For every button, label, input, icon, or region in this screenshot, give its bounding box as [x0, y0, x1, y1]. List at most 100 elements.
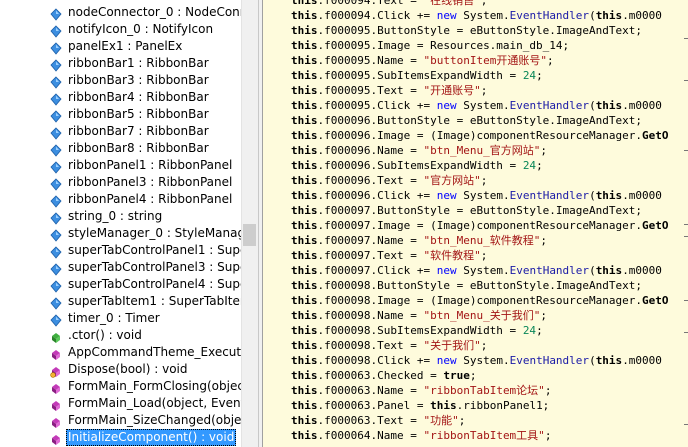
code-token: "ribbonTabItem论坛" — [423, 384, 545, 397]
tree-item[interactable]: superTabControlPanel3 : SuperTabControlP… — [0, 259, 241, 276]
tree-item[interactable]: superTabItem1 : SuperTabItem — [0, 293, 241, 310]
code-token: EventHandler — [509, 9, 590, 22]
field-icon — [50, 40, 62, 55]
code-token: this — [291, 339, 318, 352]
tree-item[interactable]: Dispose(bool) : void — [0, 361, 241, 378]
code-token: "btn_Menu_软件教程" — [423, 234, 541, 247]
code-token: ; — [469, 369, 477, 382]
code-token: .m0000 — [622, 9, 662, 22]
tree-item[interactable]: styleManager_0 : StyleManager — [0, 225, 241, 242]
field-icon — [50, 74, 62, 89]
code-token: .f000096.ButtonStyle = eButtonStyle.Imag… — [317, 114, 643, 127]
code-token: "在线销售" — [423, 0, 481, 7]
field-icon — [50, 261, 62, 276]
tree-item[interactable]: ribbonBar5 : RibbonBar — [0, 106, 241, 123]
tree-item[interactable]: ribbonBar3 : RibbonBar — [0, 72, 241, 89]
code-line: this.f000096.Image = (Image)componentRes… — [291, 128, 669, 143]
member-tree[interactable]: nodeConnector_0 : NodeConnector notifyIco… — [0, 0, 241, 447]
margin-tick — [684, 80, 688, 81]
code-token: this — [291, 24, 318, 37]
code-token: this — [291, 159, 318, 172]
code-token: this — [291, 114, 318, 127]
tree-item[interactable]: notifyIcon_0 : NotifyIcon — [0, 21, 241, 38]
code-token: "ribbonTabItem工具" — [423, 429, 545, 442]
tree-item[interactable]: ribbonPanel3 : RibbonPanel — [0, 174, 241, 191]
code-line: this.f000098.SubItemsExpandWidth = 24; — [291, 323, 543, 338]
code-token: this — [291, 279, 318, 292]
tree-item-label: ribbonPanel4 : RibbonPanel — [68, 192, 233, 206]
code-token: .f000096.Name = — [317, 144, 424, 157]
code-token: this — [430, 399, 457, 412]
code-token: .ribbonPanel1; — [456, 399, 550, 412]
method-icon — [50, 346, 62, 360]
code-token: "开通账号" — [423, 84, 481, 97]
code-line: this.f000094.Click += new System.EventHa… — [291, 8, 662, 23]
code-token: .f000095.Click += — [317, 99, 437, 112]
code-token: EventHandler — [509, 354, 590, 367]
tree-item[interactable]: FormMain_FormClosing(object — [0, 378, 241, 395]
tree-item[interactable]: ribbonPanel4 : RibbonPanel — [0, 191, 241, 208]
tree-item-label: FormMain_Load(object, EventArgs — [68, 396, 241, 410]
tree-item[interactable]: ribbonBar8 : RibbonBar — [0, 140, 241, 157]
code-token: this — [595, 264, 623, 277]
tree-item[interactable]: FormMain_Load(object, EventArgs — [0, 395, 241, 412]
tree-item[interactable]: ribbonBar4 : RibbonBar — [0, 89, 241, 106]
field-icon — [50, 108, 62, 123]
tree-item[interactable]: FormMain_SizeChanged(object — [0, 412, 241, 429]
tree-item[interactable]: .ctor() : void — [0, 327, 241, 344]
tree-item[interactable]: superTabControlPanel1 : SuperTabControlP… — [0, 242, 241, 259]
code-token: .f000097.Name = — [317, 234, 424, 247]
code-line: this.f000095.Text = "开通账号"; — [291, 83, 487, 98]
code-line: this.f000097.Click += new System.EventHa… — [291, 263, 662, 278]
code-token: "功能" — [423, 414, 459, 427]
tree-item[interactable]: timer_0 : Timer — [0, 310, 241, 327]
code-token: this — [291, 309, 318, 322]
method-icon — [50, 414, 62, 428]
code-token: GetO — [642, 219, 669, 232]
code-token: this — [291, 174, 318, 187]
tree-item-label: nodeConnector_0 : NodeConnector — [68, 5, 241, 19]
tree-item-label: superTabItem1 : SuperTabItem — [68, 294, 241, 308]
code-token: "btn_Menu_官方网站" — [423, 144, 541, 157]
code-token: ; — [536, 69, 543, 82]
margin-tick — [684, 150, 688, 151]
field-icon — [50, 312, 62, 327]
field-icon — [50, 142, 62, 157]
tree-item[interactable]: ribbonPanel1 : RibbonPanel — [0, 157, 241, 174]
tree-scrollbar-thumb[interactable] — [243, 224, 256, 246]
field-icon — [50, 6, 62, 21]
code-line: this.f000098.Text = "关于我们"; — [291, 338, 487, 353]
tree-item[interactable]: string_0 : string — [0, 208, 241, 225]
code-token: this — [291, 384, 318, 397]
tree-item[interactable]: nodeConnector_0 : NodeConnector — [0, 4, 241, 21]
code-token: "关于我们" — [423, 339, 481, 352]
code-token: this — [595, 354, 623, 367]
field-icon — [50, 125, 62, 140]
code-token: new — [436, 264, 457, 277]
code-token: this — [291, 144, 318, 157]
code-token: ( — [589, 189, 596, 202]
code-token: .f000096.Image = (Image)componentResourc… — [317, 129, 643, 142]
code-token: this — [291, 204, 318, 217]
code-token: "官方网站" — [423, 174, 481, 187]
code-token: ( — [589, 99, 596, 112]
tree-item[interactable]: panelEx1 : PanelEx — [0, 38, 241, 55]
code-token: this — [291, 99, 318, 112]
code-line: this.f000064.Name = "ribbonTabItem工具"; — [291, 428, 551, 443]
code-token: .m0000 — [622, 99, 662, 112]
code-line: this.f000095.Click += new System.EventHa… — [291, 98, 662, 113]
tree-item[interactable]: ribbonBar1 : RibbonBar — [0, 55, 241, 72]
code-line: this.f000095.Image = Resources.main_db_1… — [291, 38, 569, 53]
tree-item[interactable]: superTabControlPanel4 : SuperTabControlP… — [0, 276, 241, 293]
code-token: .f000095.Name = — [317, 54, 424, 67]
code-editor[interactable]: this.f000094.Text = "在线销售"; this.f000094.… — [262, 0, 688, 447]
code-line: this.f000096.SubItemsExpandWidth = 24; — [291, 158, 543, 173]
tree-item[interactable]: AppCommandTheme_Executed — [0, 344, 241, 361]
tree-item[interactable]: ribbonBar7 : RibbonBar — [0, 123, 241, 140]
tree-item[interactable]: InitializeComponent() : void — [0, 429, 241, 446]
code-token: this — [291, 84, 318, 97]
code-token: ( — [589, 9, 596, 22]
code-token: .f000098.Name = — [317, 309, 424, 322]
code-line: this.f000094.Text = "在线销售"; — [291, 0, 487, 8]
code-token: .f000063.Name = — [317, 384, 424, 397]
